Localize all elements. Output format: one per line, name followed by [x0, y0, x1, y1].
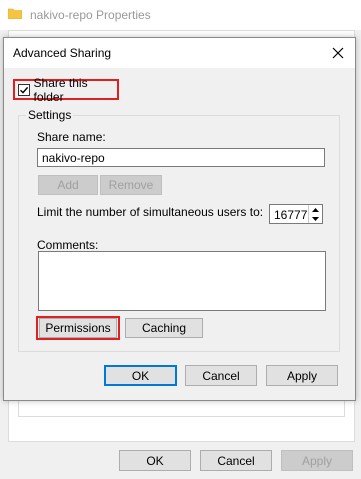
- caching-button[interactable]: Caching: [125, 318, 203, 338]
- user-limit-value[interactable]: 16777: [274, 208, 307, 222]
- share-name-input[interactable]: nakivo-repo: [37, 148, 325, 167]
- chevron-up-icon[interactable]: [309, 205, 322, 214]
- dialog-title: Advanced Sharing: [13, 46, 112, 60]
- properties-titlebar: nakivo-repo Properties: [0, 0, 361, 30]
- comments-textarea[interactable]: [38, 251, 326, 311]
- dialog-titlebar: Advanced Sharing: [4, 38, 355, 68]
- user-limit-stepper[interactable]: 16777: [269, 204, 323, 224]
- share-this-folder-label: Share this folder: [33, 75, 88, 104]
- bg-apply-button[interactable]: Apply: [281, 450, 353, 471]
- checkbox-checked-icon[interactable]: [18, 83, 30, 96]
- permissions-highlight: Permissions: [36, 316, 120, 340]
- comments-label: Comments:: [37, 238, 99, 252]
- permissions-button[interactable]: Permissions: [39, 318, 117, 338]
- apply-button[interactable]: Apply: [266, 365, 338, 386]
- share-this-folder-checkbox[interactable]: Share this folder: [13, 76, 119, 104]
- cancel-button[interactable]: Cancel: [185, 365, 257, 386]
- add-button[interactable]: Add: [38, 175, 98, 195]
- properties-title: nakivo-repo Properties: [30, 8, 151, 22]
- chevron-down-icon[interactable]: [309, 214, 322, 223]
- stepper-buttons: [308, 205, 322, 223]
- bg-cancel-button[interactable]: Cancel: [200, 450, 272, 471]
- limit-users-label: Limit the number of simultaneous users t…: [37, 205, 264, 219]
- remove-button[interactable]: Remove: [100, 175, 162, 195]
- close-icon[interactable]: [327, 42, 349, 64]
- settings-group-label: Settings: [26, 108, 74, 122]
- share-name-label: Share name:: [37, 130, 106, 144]
- bg-ok-button[interactable]: OK: [119, 450, 191, 471]
- ok-button[interactable]: OK: [104, 365, 177, 386]
- advanced-sharing-dialog: Advanced Sharing Share this folder Setti…: [3, 37, 356, 401]
- folder-icon: [7, 8, 23, 20]
